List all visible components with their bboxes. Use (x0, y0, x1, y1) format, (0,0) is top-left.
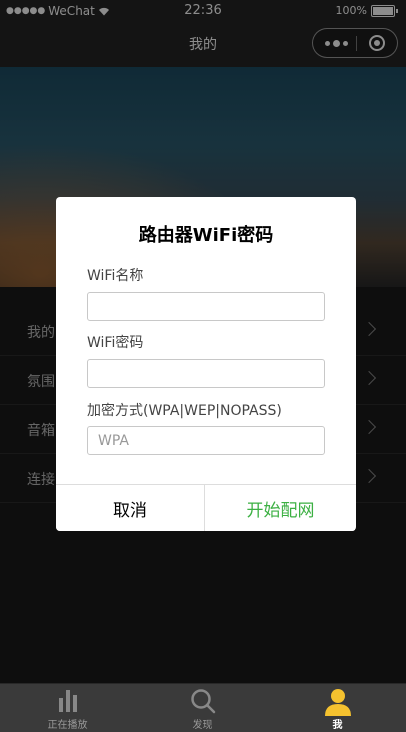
tab-label: 我 (332, 720, 343, 731)
password-label: WiFi密码 (87, 335, 144, 351)
wifi-config-dialog: 路由器WiFi密码 WiFi名称 WiFi密码 加密方式(WPA|WEP|NOP… (56, 197, 356, 531)
tab-me[interactable]: 我 (270, 684, 405, 732)
ssid-input[interactable] (87, 292, 325, 321)
dialog-title: 路由器WiFi密码 (138, 225, 274, 246)
bar-chart-icon (58, 690, 77, 712)
search-icon (190, 689, 215, 714)
cancel-button[interactable]: 取消 (56, 485, 205, 531)
encryption-label: 加密方式(WPA|WEP|NOPASS) (87, 403, 282, 419)
tab-discover[interactable]: 发现 (135, 684, 270, 732)
password-input[interactable] (87, 359, 325, 388)
tab-now-playing[interactable]: 正在播放 (0, 684, 135, 732)
start-config-button[interactable]: 开始配网 (206, 485, 355, 531)
person-icon (324, 689, 351, 716)
tab-label: 发现 (192, 720, 213, 731)
encryption-input[interactable] (87, 426, 325, 455)
tab-label: 正在播放 (47, 720, 88, 731)
tab-bar: 正在播放 发现 我 (0, 683, 406, 732)
ssid-label: WiFi名称 (87, 268, 144, 284)
dialog-footer: 取消 开始配网 (56, 484, 356, 531)
